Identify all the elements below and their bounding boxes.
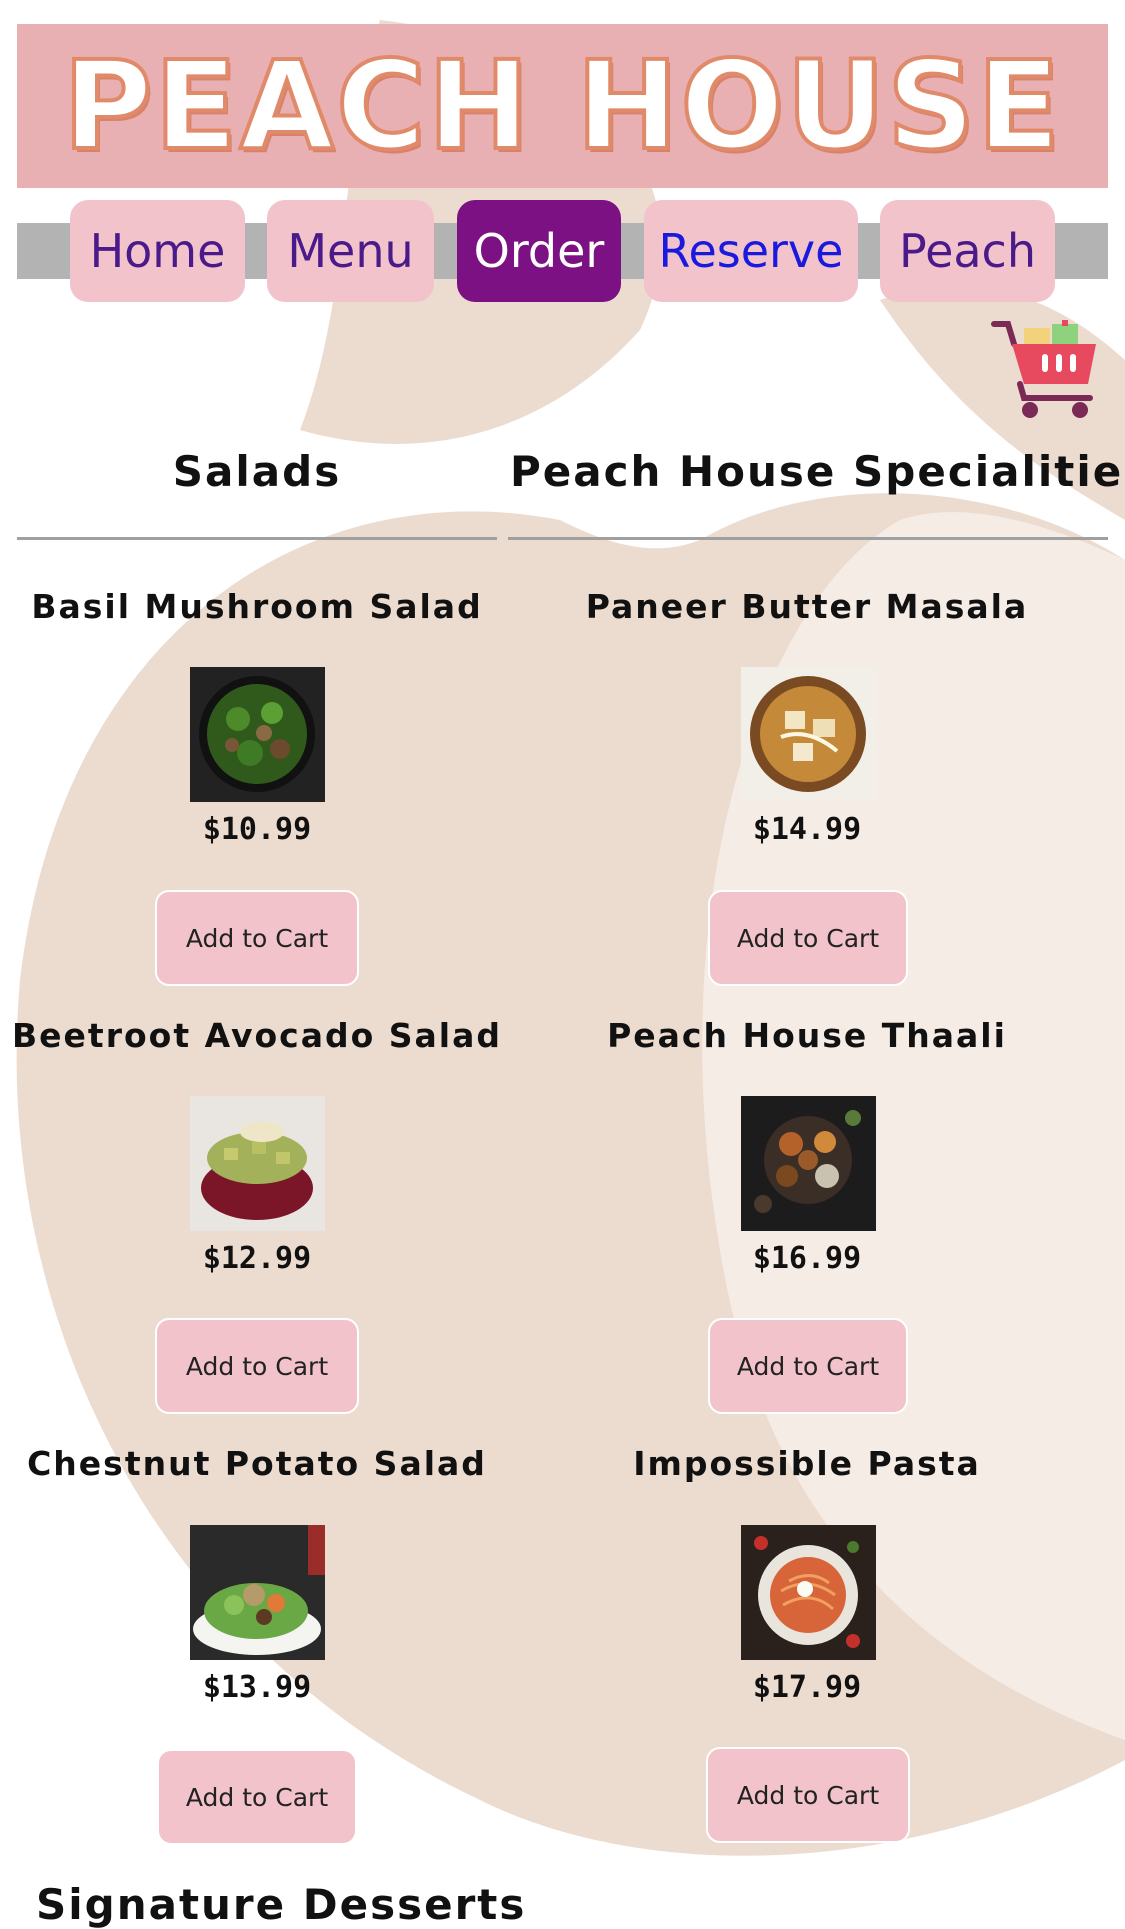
section-title-salads: Salads	[172, 447, 342, 496]
beetroot-avocado-photo	[190, 1096, 325, 1231]
divider	[17, 537, 497, 540]
menu-item-price: $17.99	[752, 1670, 862, 1705]
menu-item-name: Basil Mushroom Salad	[31, 587, 483, 626]
mushroom-salad-photo	[190, 667, 325, 802]
section-title-specialities: Peach House Specialities	[510, 447, 1125, 496]
paneer-masala-photo	[741, 667, 876, 802]
add-to-cart-button[interactable]: Add to Cart	[155, 890, 359, 986]
menu-item-price: $10.99	[202, 812, 312, 847]
thaali-photo	[741, 1096, 876, 1231]
menu-item-name: Peach House Thaali	[607, 1016, 1007, 1055]
add-to-cart-button[interactable]: Add to Cart	[708, 890, 908, 986]
menu-item-price: $12.99	[202, 1241, 312, 1276]
nav-reserve[interactable]: Reserve	[644, 200, 858, 302]
add-to-cart-button[interactable]: Add to Cart	[708, 1318, 908, 1414]
brand-banner: PEACH HOUSE	[17, 24, 1108, 188]
menu-item-name: Beetroot Avocado Salad	[12, 1016, 502, 1055]
nav-peach[interactable]: Peach	[880, 200, 1055, 302]
add-to-cart-button[interactable]: Add to Cart	[155, 1318, 359, 1414]
pasta-photo	[741, 1525, 876, 1660]
menu-item-price: $13.99	[202, 1670, 312, 1705]
potato-salad-photo	[190, 1525, 325, 1660]
nav-order[interactable]: Order	[457, 200, 621, 302]
add-to-cart-button[interactable]: Add to Cart	[157, 1749, 357, 1845]
brand-logo-text: PEACH HOUSE	[61, 33, 1063, 179]
menu-item-name: Impossible Pasta	[633, 1444, 981, 1483]
menu-item-name: Chestnut Potato Salad	[27, 1444, 487, 1483]
add-to-cart-button[interactable]: Add to Cart	[706, 1747, 910, 1843]
nav-home[interactable]: Home	[70, 200, 245, 302]
shopping-cart-icon[interactable]	[990, 318, 1102, 422]
nav-menu[interactable]: Menu	[267, 200, 434, 302]
divider	[508, 537, 1108, 540]
menu-item-price: $14.99	[752, 812, 862, 847]
menu-item-name: Paneer Butter Masala	[585, 587, 1029, 626]
menu-item-price: $16.99	[752, 1241, 862, 1276]
section-title-desserts: Signature Desserts	[36, 1880, 527, 1929]
